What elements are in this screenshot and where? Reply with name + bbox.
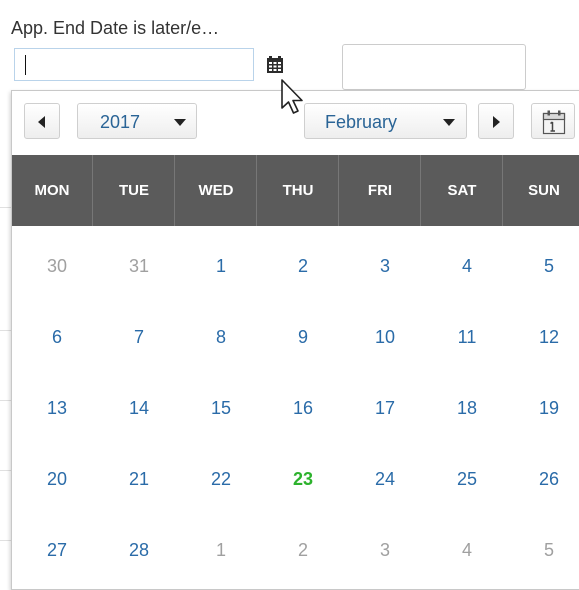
day-cell[interactable]: 3 bbox=[344, 231, 426, 302]
day-cell[interactable]: 17 bbox=[344, 373, 426, 444]
day-cell[interactable]: 12 bbox=[508, 302, 579, 373]
day-cell[interactable]: 16 bbox=[262, 373, 344, 444]
weekday-sat: SAT bbox=[422, 155, 503, 226]
chevron-down-icon bbox=[443, 119, 455, 126]
weekday-fri: FRI bbox=[340, 155, 421, 226]
day-cell[interactable]: 2 bbox=[262, 515, 344, 586]
day-cell[interactable]: 31 bbox=[98, 231, 180, 302]
next-month-button[interactable] bbox=[478, 103, 514, 139]
background-table-edge bbox=[0, 90, 11, 578]
day-cell[interactable]: 28 bbox=[98, 515, 180, 586]
day-cell[interactable]: 2 bbox=[262, 231, 344, 302]
day-cell[interactable]: 4 bbox=[426, 231, 508, 302]
day-cell[interactable]: 25 bbox=[426, 444, 508, 515]
weekday-thu: THU bbox=[258, 155, 339, 226]
text-caret bbox=[25, 55, 26, 75]
day-cell[interactable]: 22 bbox=[180, 444, 262, 515]
day-cell[interactable]: 1 bbox=[180, 231, 262, 302]
weekday-sun: SUN bbox=[504, 155, 579, 226]
arrow-right-icon bbox=[493, 116, 500, 128]
day-cell[interactable]: 8 bbox=[180, 302, 262, 373]
year-select[interactable]: 2017 bbox=[77, 103, 197, 139]
calendar-icon bbox=[267, 56, 283, 73]
prev-month-button[interactable] bbox=[24, 103, 60, 139]
day-cell[interactable]: 20 bbox=[16, 444, 98, 515]
field-label: App. End Date is later/e… bbox=[11, 18, 220, 38]
day-cell[interactable]: 1 bbox=[180, 515, 262, 586]
weekday-mon: MON bbox=[12, 155, 93, 226]
day-cell[interactable]: 14 bbox=[98, 373, 180, 444]
day-cell[interactable]: 10 bbox=[344, 302, 426, 373]
day-cell[interactable]: 5 bbox=[508, 515, 579, 586]
today-button[interactable] bbox=[531, 103, 575, 139]
day-cell[interactable]: 5 bbox=[508, 231, 579, 302]
year-value: 2017 bbox=[100, 112, 141, 132]
day-cell[interactable]: 4 bbox=[426, 515, 508, 586]
calendar-today-icon bbox=[542, 110, 566, 135]
secondary-input[interactable] bbox=[342, 44, 526, 90]
day-cell[interactable]: 3 bbox=[344, 515, 426, 586]
mouse-pointer-icon bbox=[281, 79, 303, 114]
day-cell[interactable]: 30 bbox=[16, 231, 98, 302]
chevron-down-icon bbox=[174, 119, 186, 126]
day-cell[interactable]: 18 bbox=[426, 373, 508, 444]
weekday-wed: WED bbox=[176, 155, 257, 226]
day-cell[interactable]: 19 bbox=[508, 373, 579, 444]
day-cell-today[interactable]: 23 bbox=[262, 444, 344, 515]
day-cell[interactable]: 11 bbox=[426, 302, 508, 373]
day-cell[interactable]: 24 bbox=[344, 444, 426, 515]
day-cell[interactable]: 13 bbox=[16, 373, 98, 444]
day-cell[interactable]: 26 bbox=[508, 444, 579, 515]
weekday-tue: TUE bbox=[94, 155, 175, 226]
month-select[interactable]: February bbox=[304, 103, 467, 139]
arrow-left-icon bbox=[38, 116, 45, 128]
end-date-input[interactable] bbox=[14, 48, 254, 81]
calendar-button[interactable] bbox=[260, 50, 290, 80]
day-cell[interactable]: 7 bbox=[98, 302, 180, 373]
day-cell[interactable]: 15 bbox=[180, 373, 262, 444]
day-cell[interactable]: 9 bbox=[262, 302, 344, 373]
datepicker-popup: 2017 February MON TUE WED THU FRI SAT SUN 30 31… bbox=[11, 90, 579, 590]
day-cell[interactable]: 6 bbox=[16, 302, 98, 373]
day-cell[interactable]: 21 bbox=[98, 444, 180, 515]
weekday-header: MON TUE WED THU FRI SAT SUN bbox=[12, 155, 579, 226]
month-value: February bbox=[325, 112, 398, 132]
day-cell[interactable]: 27 bbox=[16, 515, 98, 586]
